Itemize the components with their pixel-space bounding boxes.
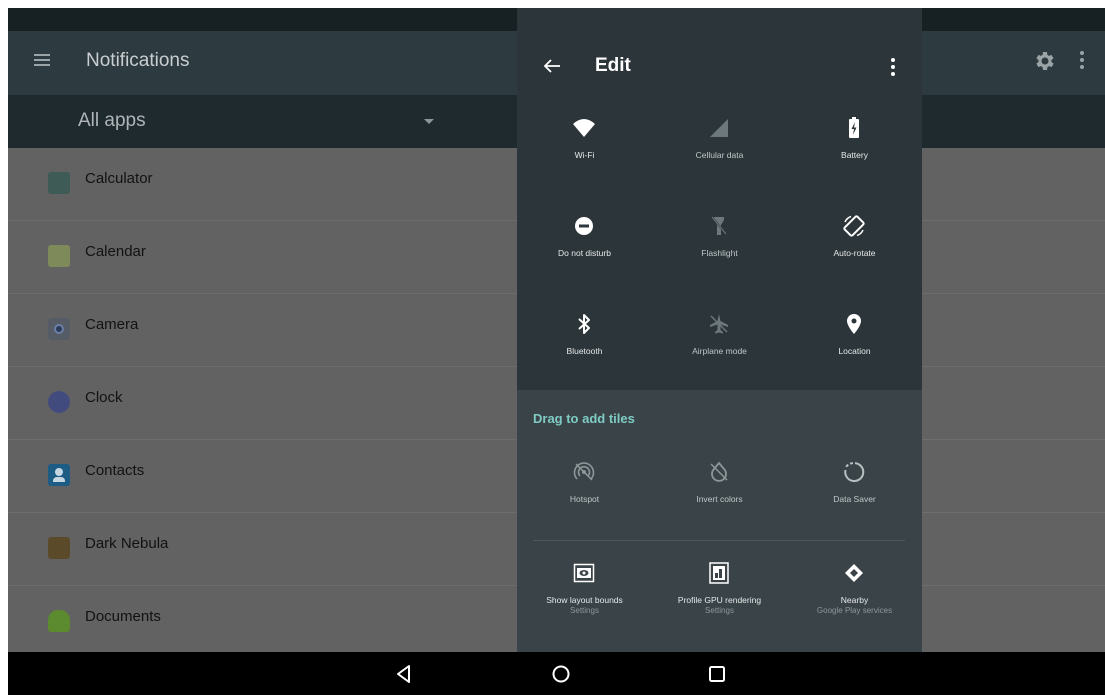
nearby-icon <box>845 564 863 582</box>
tile-show-layout-bounds[interactable]: Show layout bounds Settings <box>517 561 652 641</box>
app-name: Dark Nebula <box>85 535 169 552</box>
calendar-icon <box>48 245 70 267</box>
clock-icon <box>48 391 70 413</box>
app-name: Clock <box>85 389 123 406</box>
hotspot-icon <box>573 462 595 481</box>
tile-label: Battery <box>841 150 868 160</box>
tile-profile-gpu-rendering[interactable]: Profile GPU rendering Settings <box>652 561 787 641</box>
app-name: Calculator <box>85 170 153 187</box>
tile-sublabel: Google Play services <box>816 606 893 615</box>
camera-icon <box>48 318 70 340</box>
tile-label: Location <box>838 346 871 356</box>
gpu-rendering-icon <box>709 562 729 584</box>
app-name: Calendar <box>85 243 146 260</box>
tile-hotspot[interactable]: Hotspot <box>517 460 652 540</box>
tile-label: Airplane mode <box>692 346 747 356</box>
calculator-icon <box>48 172 70 194</box>
auto-rotate-icon <box>843 215 865 237</box>
tile-label: Bluetooth <box>566 346 603 356</box>
tile-label: Wi-Fi <box>574 150 595 160</box>
tile-nearby[interactable]: Nearby Google Play services <box>787 561 922 641</box>
contacts-icon <box>48 464 70 486</box>
airplane-icon <box>710 314 728 334</box>
panel-title: Edit <box>595 55 631 76</box>
divider <box>533 540 905 541</box>
tile-label: Nearby <box>840 595 869 605</box>
tile-do-not-disturb[interactable]: Do not disturb <box>517 214 652 294</box>
tile-label: Auto-rotate <box>833 248 876 258</box>
tile-label: Hotspot <box>569 494 600 504</box>
tile-label: Profile GPU rendering <box>677 595 762 605</box>
tile-label: Do not disturb <box>558 248 611 258</box>
tile-auto-rotate[interactable]: Auto-rotate <box>787 214 922 294</box>
app-name: Contacts <box>85 462 145 479</box>
tile-label: Flashlight <box>701 248 738 258</box>
recents-nav-icon[interactable] <box>705 662 729 686</box>
battery-icon <box>849 117 859 138</box>
overflow-menu-icon[interactable] <box>887 58 899 80</box>
wifi-icon <box>573 119 595 137</box>
tile-wifi[interactable]: Wi-Fi <box>517 116 652 196</box>
screen: Notifications All apps Calculator Calend… <box>8 8 1105 695</box>
tile-sublabel: Settings <box>570 606 599 615</box>
tile-data-saver[interactable]: Data Saver <box>787 460 922 540</box>
tile-airplane-mode[interactable]: Airplane mode <box>652 312 787 392</box>
tile-battery[interactable]: Battery <box>787 116 922 196</box>
back-nav-icon[interactable] <box>392 662 416 686</box>
tile-sublabel: Settings <box>705 606 734 615</box>
tile-location[interactable]: Location <box>787 312 922 392</box>
tile-label: Invert colors <box>696 494 743 504</box>
invert-colors-icon <box>710 461 728 482</box>
tile-label: Show layout bounds <box>546 595 623 605</box>
overflow-menu-icon[interactable] <box>1076 51 1088 71</box>
do-not-disturb-icon <box>575 217 593 235</box>
tile-cellular-data[interactable]: Cellular data <box>652 116 787 196</box>
filter-dropdown-value[interactable]: All apps <box>78 110 146 132</box>
app-name: Camera <box>85 316 139 333</box>
tile-flashlight[interactable]: Flashlight <box>652 214 787 294</box>
drag-to-add-label: Drag to add tiles <box>533 411 635 426</box>
quick-settings-edit-panel: Edit Wi-Fi Cellular data Battery Do not … <box>517 8 922 652</box>
layout-bounds-icon <box>573 563 595 583</box>
flashlight-icon <box>711 216 727 235</box>
android-icon <box>48 610 70 632</box>
dropdown-caret-icon[interactable] <box>424 119 434 124</box>
gear-icon[interactable] <box>1032 49 1056 73</box>
tile-label: Data Saver <box>833 494 876 504</box>
cellular-icon <box>710 119 728 137</box>
back-arrow-icon[interactable] <box>539 54 565 78</box>
home-nav-icon[interactable] <box>549 662 573 686</box>
location-icon <box>847 314 861 334</box>
tile-bluetooth[interactable]: Bluetooth <box>517 312 652 392</box>
data-saver-icon <box>844 462 865 483</box>
app-name: Documents <box>85 608 161 625</box>
dark-nebula-icon <box>48 537 70 559</box>
bluetooth-icon <box>578 314 590 334</box>
app-title: Notifications <box>86 50 190 71</box>
tile-label: Cellular data <box>695 150 744 160</box>
navigation-bar <box>8 652 1105 695</box>
menu-icon[interactable] <box>34 54 50 68</box>
tile-invert-colors[interactable]: Invert colors <box>652 460 787 540</box>
